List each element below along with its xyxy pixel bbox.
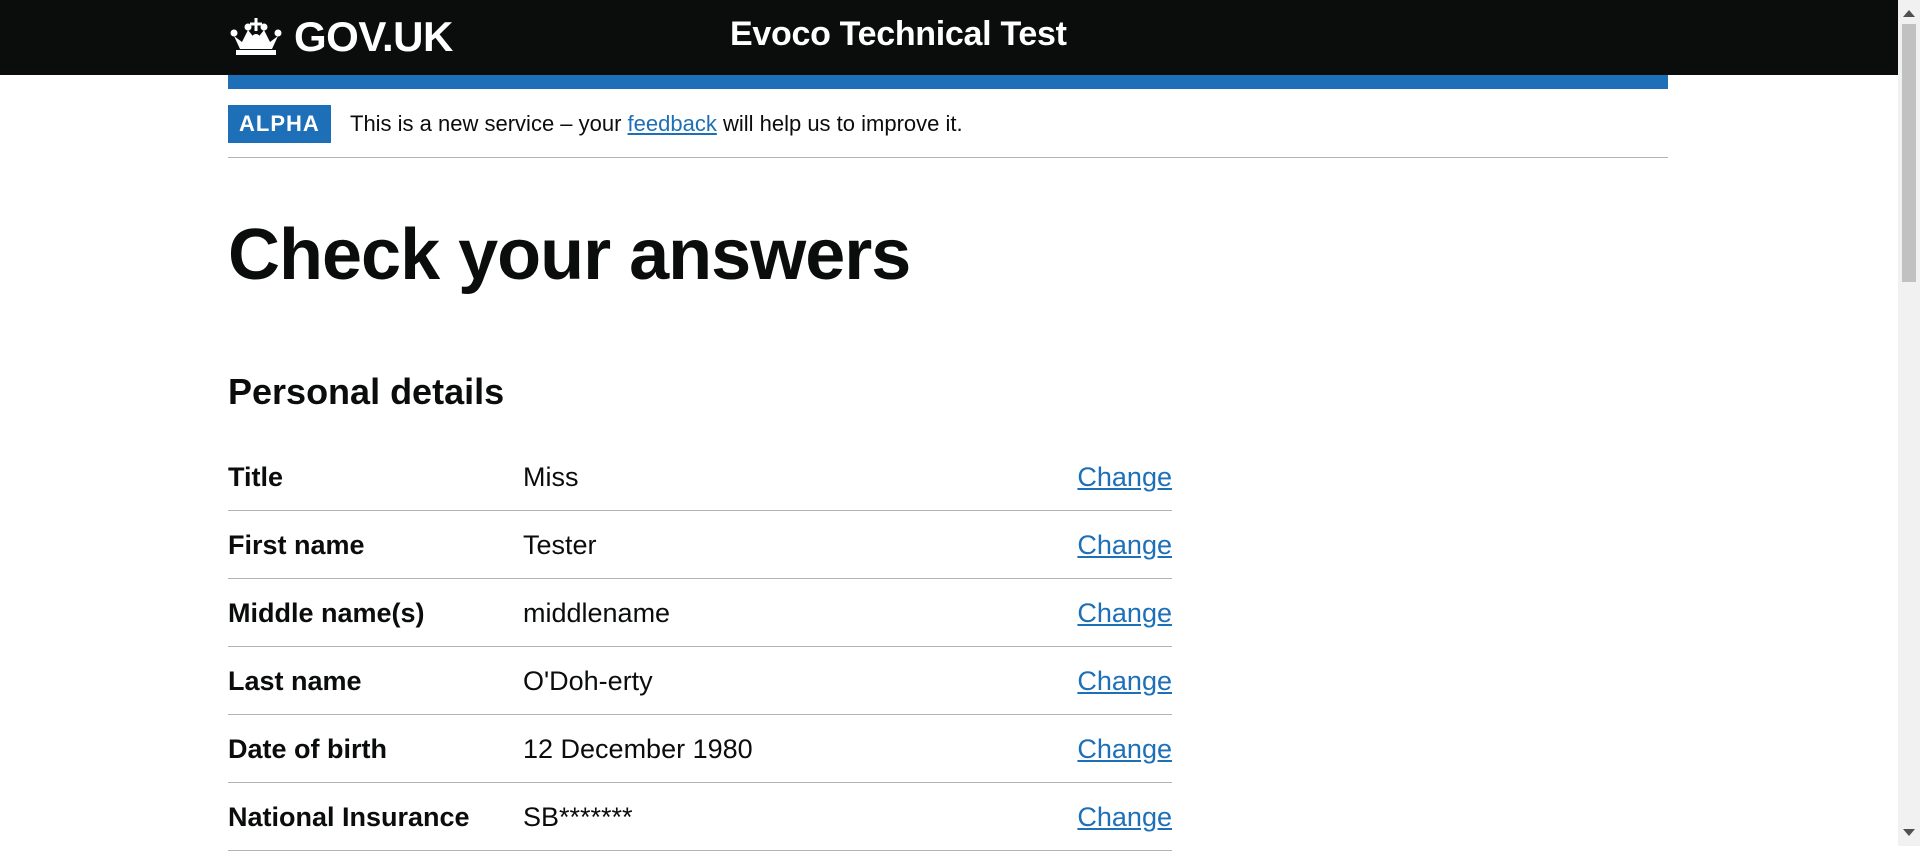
summary-value: Miss xyxy=(523,462,579,492)
govuk-logo-link[interactable]: GOV.UK xyxy=(228,12,453,62)
phase-text-before: This is a new service – your xyxy=(350,111,628,136)
change-date-of-birth-link[interactable]: Change xyxy=(1077,732,1172,766)
feedback-link[interactable]: feedback xyxy=(628,111,717,136)
phase-text-after: will help us to improve it. xyxy=(716,111,963,136)
summary-row: First name Tester Change xyxy=(228,511,1172,579)
service-name-link[interactable]: Evoco Technical Test xyxy=(730,15,1067,54)
summary-key: Date of birth xyxy=(228,734,387,764)
summary-key: Middle name(s) xyxy=(228,598,425,628)
summary-row: Date of birth 12 December 1980 Change xyxy=(228,715,1172,783)
phase-banner-text: This is a new service – your feedback wi… xyxy=(350,110,963,138)
phase-tag: ALPHA xyxy=(228,105,331,143)
change-last-name-link[interactable]: Change xyxy=(1077,664,1172,698)
scroll-up-arrow-icon[interactable] xyxy=(1903,10,1915,17)
logo-text: GOV.UK xyxy=(294,13,453,60)
summary-value: SB******* xyxy=(523,802,633,832)
phase-banner: ALPHA This is a new service – your feedb… xyxy=(228,89,1668,158)
summary-value: 12 December 1980 xyxy=(523,734,753,764)
section-title-personal-details: Personal details xyxy=(228,371,505,412)
crown-icon xyxy=(230,18,282,55)
summary-value: middlename xyxy=(523,598,671,628)
site-header: GOV.UK Evoco Technical Test xyxy=(0,0,1898,75)
summary-value: Tester xyxy=(523,530,597,560)
change-title-link[interactable]: Change xyxy=(1077,460,1172,494)
summary-key: Last name xyxy=(228,666,362,696)
change-middle-name-link[interactable]: Change xyxy=(1077,596,1172,630)
header-container: GOV.UK Evoco Technical Test xyxy=(228,0,1668,75)
summary-row: Last name O'Doh-erty Change xyxy=(228,647,1172,715)
summary-row: Middle name(s) middlename Change xyxy=(228,579,1172,647)
summary-value: O'Doh-erty xyxy=(523,666,653,696)
change-first-name-link[interactable]: Change xyxy=(1077,528,1172,562)
summary-row: Title Miss Change xyxy=(228,443,1172,511)
summary-key: Title xyxy=(228,462,284,492)
vertical-scrollbar[interactable] xyxy=(1898,0,1920,846)
page-title: Check your answers xyxy=(228,215,911,295)
summary-key: National Insurance xyxy=(228,802,470,832)
header-blue-bar xyxy=(228,75,1668,89)
summary-row: National Insurance SB******* Change xyxy=(228,783,1172,851)
summary-list: Title Miss Change First name Tester Chan… xyxy=(228,443,1172,851)
scroll-down-arrow-icon[interactable] xyxy=(1903,829,1915,836)
summary-key: First name xyxy=(228,530,365,560)
scrollbar-thumb[interactable] xyxy=(1902,24,1916,282)
change-national-insurance-link[interactable]: Change xyxy=(1077,800,1172,834)
